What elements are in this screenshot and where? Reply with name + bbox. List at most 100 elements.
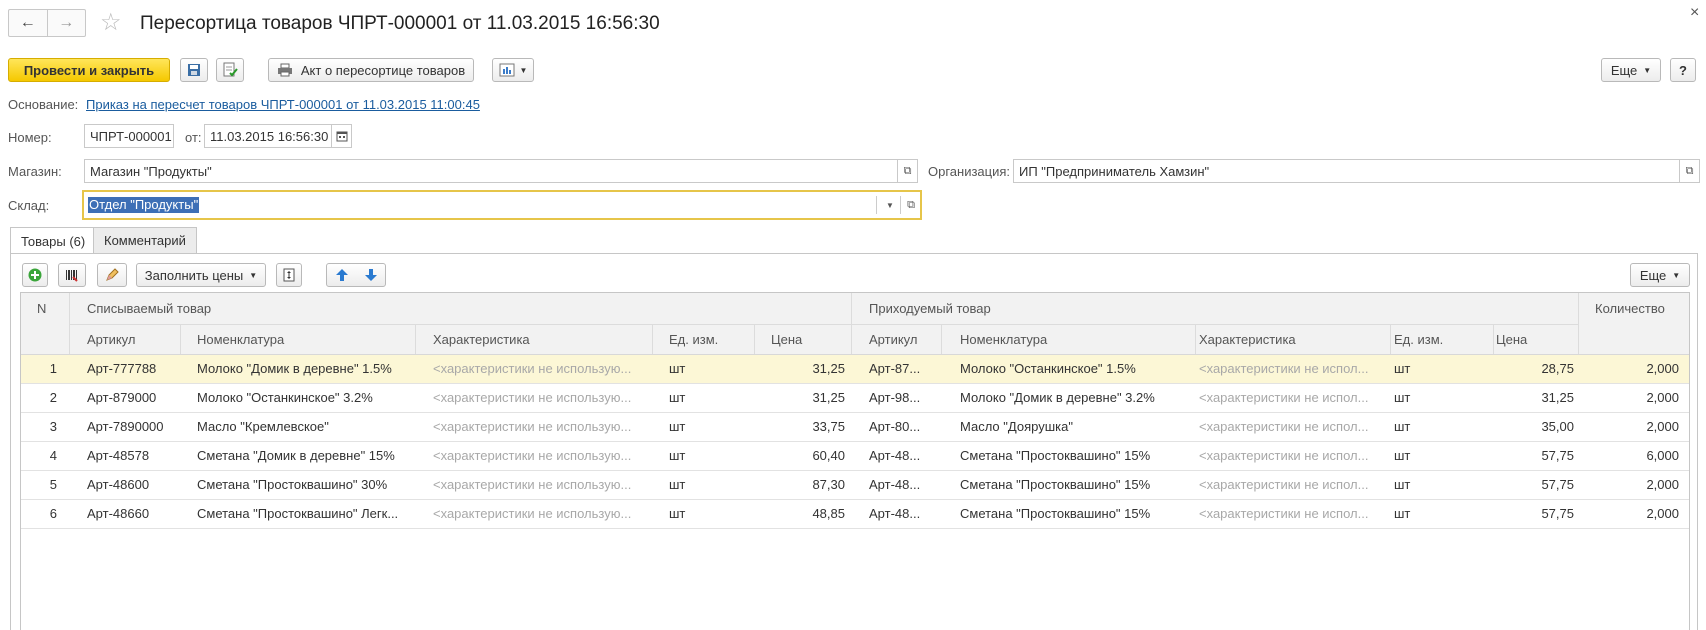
save-button[interactable]: [180, 58, 208, 82]
expand-vertical-icon: [283, 268, 295, 282]
col-in-nomenclature-header[interactable]: Номенклатура: [960, 332, 1047, 347]
out-nomenclature-cell: Молоко "Останкинское" 3.2%: [197, 390, 373, 405]
row-height-button[interactable]: [276, 263, 302, 287]
table-row[interactable]: 4 Арт-48578 Сметана "Домик в деревне" 15…: [21, 442, 1689, 471]
col-in-characteristic-header[interactable]: Характеристика: [1199, 332, 1296, 347]
in-unit-cell: шт: [1394, 506, 1411, 521]
chevron-down-icon: ▼: [886, 200, 894, 210]
warehouse-label: Склад:: [8, 198, 50, 213]
more-label: Еще: [1610, 62, 1638, 78]
date-label: от:: [185, 130, 202, 145]
calendar-button[interactable]: [332, 124, 352, 148]
table-more-button[interactable]: Еще ▼: [1630, 263, 1690, 287]
open-window-icon: ⧉: [1685, 164, 1694, 177]
chevron-down-icon: ▼: [1672, 270, 1681, 280]
in-article-cell: Арт-48...: [869, 477, 921, 492]
out-unit-cell: шт: [669, 361, 686, 376]
favorite-star-icon[interactable]: ☆: [100, 9, 122, 37]
in-characteristic-cell: <характеристики не испол...: [1199, 419, 1369, 434]
forward-arrow-icon[interactable]: →: [46, 10, 86, 36]
in-price-cell: 31,25: [1541, 390, 1574, 405]
post-document-icon: [223, 62, 238, 77]
add-row-button[interactable]: [22, 263, 48, 287]
out-characteristic-cell: <характеристики не использую...: [433, 419, 632, 434]
table-row[interactable]: 6 Арт-48660 Сметана "Простоквашино" Легк…: [21, 500, 1689, 529]
col-qty-header[interactable]: Количество: [1595, 301, 1665, 316]
in-price-cell: 57,75: [1541, 477, 1574, 492]
table-row[interactable]: 1 Арт-777788 Молоко "Домик в деревне" 1.…: [21, 355, 1689, 384]
open-window-icon: ⧉: [903, 164, 912, 177]
table-row[interactable]: 2 Арт-879000 Молоко "Останкинское" 3.2% …: [21, 384, 1689, 413]
out-article-cell: Арт-48600: [87, 477, 150, 492]
fill-prices-label: Заполнить цены: [144, 267, 244, 283]
act-regrading-print-button[interactable]: Акт о пересортице товаров: [268, 58, 474, 82]
in-characteristic-cell: <характеристики не испол...: [1199, 361, 1369, 376]
move-buttons: [326, 263, 386, 287]
table-row[interactable]: 5 Арт-48600 Сметана "Простоквашино" 30% …: [21, 471, 1689, 500]
in-article-cell: Арт-80...: [869, 419, 921, 434]
row-number: 6: [49, 506, 57, 521]
back-arrow-icon[interactable]: ←: [9, 10, 47, 36]
col-in-unit-header[interactable]: Ед. изм.: [1394, 332, 1443, 347]
out-unit-cell: шт: [669, 419, 686, 434]
out-price-cell: 31,25: [812, 361, 845, 376]
warehouse-field[interactable]: Отдел "Продукты": [88, 197, 200, 213]
organization-open-button[interactable]: ⧉: [1680, 159, 1700, 183]
warehouse-field-frame: Отдел "Продукты" ▼ ⧉: [82, 190, 922, 220]
edit-button[interactable]: [97, 263, 127, 287]
help-button[interactable]: ?: [1670, 58, 1696, 82]
warehouse-open-button[interactable]: ⧉: [902, 194, 920, 216]
organization-field[interactable]: ИП "Предприниматель Хамзин": [1013, 159, 1680, 183]
col-n-header[interactable]: N: [37, 301, 46, 316]
store-open-button[interactable]: ⧉: [898, 159, 918, 183]
out-unit-cell: шт: [669, 506, 686, 521]
col-out-unit-header[interactable]: Ед. изм.: [669, 332, 718, 347]
in-nomenclature-cell: Сметана "Простоквашино" 15%: [960, 448, 1151, 463]
in-unit-cell: шт: [1394, 390, 1411, 405]
out-unit-cell: шт: [669, 390, 686, 405]
report-menu-button[interactable]: ▼: [492, 58, 534, 82]
tab-goods[interactable]: Товары (6): [10, 227, 97, 254]
tab-comment[interactable]: Комментарий: [93, 227, 197, 253]
in-unit-cell: шт: [1394, 419, 1411, 434]
col-in-article-header[interactable]: Артикул: [869, 332, 917, 347]
col-in-price-header[interactable]: Цена: [1496, 332, 1527, 347]
pencil-icon: [106, 268, 119, 281]
store-label: Магазин:: [8, 164, 62, 179]
post-button[interactable]: [216, 58, 244, 82]
move-up-icon[interactable]: [335, 268, 349, 282]
col-group-receipt-header: Приходуемый товар: [869, 301, 991, 316]
chevron-down-icon: ▼: [249, 270, 258, 280]
number-field[interactable]: ЧПРТ-000001: [84, 124, 174, 148]
basis-link[interactable]: Приказ на пересчет товаров ЧПРТ-000001 о…: [86, 97, 480, 112]
store-field[interactable]: Магазин "Продукты": [84, 159, 898, 183]
out-characteristic-cell: <характеристики не использую...: [433, 477, 632, 492]
date-field[interactable]: 11.03.2015 16:56:30: [204, 124, 332, 148]
row-number: 5: [49, 477, 57, 492]
out-nomenclature-cell: Сметана "Простоквашино" Легк...: [197, 506, 399, 521]
col-out-characteristic-header[interactable]: Характеристика: [433, 332, 530, 347]
number-label: Номер:: [8, 130, 52, 145]
col-out-nomenclature-header[interactable]: Номенклатура: [197, 332, 284, 347]
calendar-icon: [336, 131, 347, 142]
in-price-cell: 28,75: [1541, 361, 1574, 376]
barcode-button[interactable]: [58, 263, 86, 287]
out-nomenclature-cell: Сметана "Домик в деревне" 15%: [197, 448, 395, 463]
quantity-cell: 2,000: [1646, 361, 1679, 376]
report-icon: [499, 63, 515, 77]
col-out-price-header[interactable]: Цена: [771, 332, 802, 347]
add-icon: [28, 268, 42, 282]
fill-prices-button[interactable]: Заполнить цены ▼: [136, 263, 266, 287]
more-button[interactable]: Еще ▼: [1601, 58, 1661, 82]
col-out-article-header[interactable]: Артикул: [87, 332, 135, 347]
in-nomenclature-cell: Сметана "Простоквашино" 15%: [960, 506, 1151, 521]
post-and-close-button[interactable]: Провести и закрыть: [8, 58, 170, 82]
field-divider: [876, 196, 877, 214]
close-icon[interactable]: ×: [1690, 4, 1699, 22]
more-label: Еще: [1639, 267, 1667, 283]
out-characteristic-cell: <характеристики не использую...: [433, 506, 632, 521]
warehouse-dropdown-button[interactable]: ▼: [880, 194, 900, 216]
table-row[interactable]: 3 Арт-7890000 Масло "Кремлевское" <харак…: [21, 413, 1689, 442]
out-price-cell: 60,40: [812, 448, 845, 463]
move-down-icon[interactable]: [364, 268, 378, 282]
